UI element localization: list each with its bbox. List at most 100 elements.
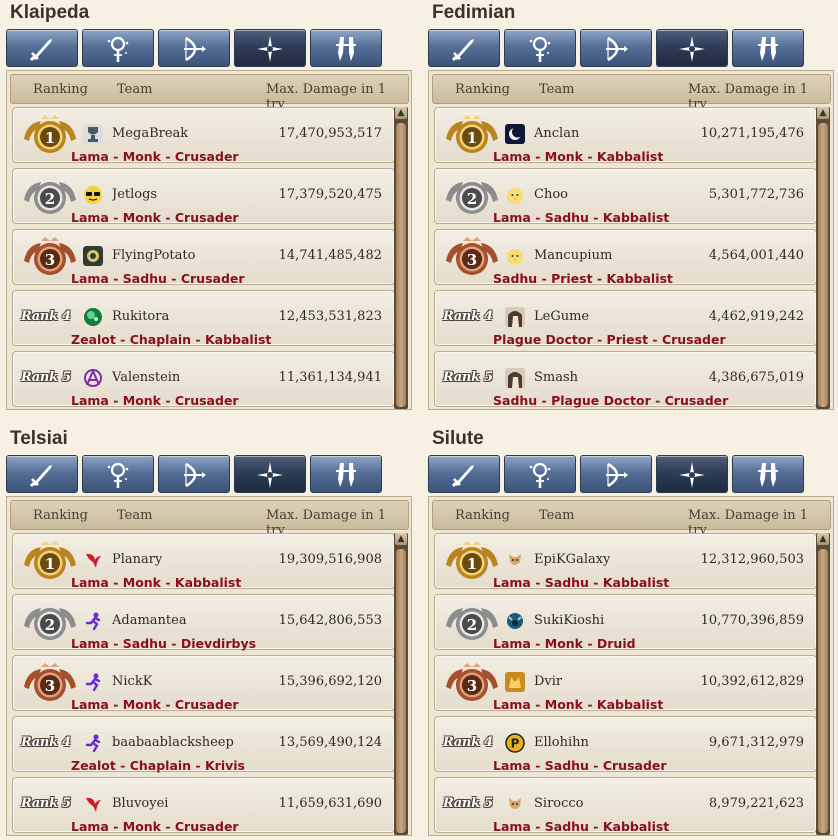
tab-magic-staff[interactable] (504, 455, 576, 493)
scroll-up-icon[interactable]: ▲ (817, 533, 829, 545)
table-row[interactable]: Rank 5 Valenstein 11,361,134,941 Lama - Mon… (12, 351, 395, 408)
team-classes: Plague Doctor - Priest - Crusader (493, 332, 726, 347)
table-row[interactable]: 2 Choo 5,301,772,736 Lama - Sadhu - Kabbal… (434, 168, 817, 225)
tab-sword[interactable] (428, 29, 500, 67)
scroll-up-icon[interactable]: ▲ (817, 107, 829, 119)
server-title: Fedimian (432, 2, 516, 23)
scroll-thumb[interactable] (396, 549, 406, 833)
table-row[interactable]: 3 FlyingPotato 14,741,485,482 Lama - Sadhu… (12, 229, 395, 286)
purple-anarchy-avatar (83, 368, 103, 388)
table-row[interactable]: Rank 4 P Ellohihn 9,671,312,979 Lama - Sadhu… (434, 716, 817, 773)
tab-magic-staff[interactable] (82, 29, 154, 67)
team-classes: Lama - Monk - Crusader (71, 149, 239, 164)
tab-bow[interactable] (580, 455, 652, 493)
table-row[interactable]: 3 Dvir 10,392,612,829 Lama - Monk - Kabbal… (434, 655, 817, 712)
tab-dual-blade[interactable] (732, 455, 804, 493)
svg-text:P: P (511, 737, 520, 751)
class-tabs (428, 455, 836, 495)
team-name[interactable]: baabaablacksheep (112, 735, 234, 750)
scrollbar[interactable]: ▲ (394, 533, 408, 835)
table-row[interactable]: 3 Mancupium 4,564,001,440 Sadhu - Priest -… (434, 229, 817, 286)
team-classes: Lama - Sadhu - Kabbalist (493, 819, 670, 834)
tab-cross-star[interactable] (234, 29, 306, 67)
team-name[interactable]: Smash (534, 370, 578, 385)
team-name[interactable]: Sirocco (534, 796, 584, 811)
svg-text:2: 2 (45, 616, 55, 634)
table-row[interactable]: 2 SukiKioshi 10,770,396,859 Lama - Monk - … (434, 594, 817, 651)
team-name[interactable]: Ellohihn (534, 735, 589, 750)
tab-dual-blade[interactable] (310, 455, 382, 493)
max-damage-value: 10,770,396,859 (700, 613, 804, 628)
table-row[interactable]: 3 NickK 15,396,692,120 Lama - Monk - Crusa… (12, 655, 395, 712)
team-name[interactable]: Planary (112, 552, 162, 567)
max-damage-value: 19,309,516,908 (278, 552, 382, 567)
team-name[interactable]: Valenstein (112, 370, 180, 385)
team-name[interactable]: Anclan (534, 126, 579, 141)
team-name[interactable]: Choo (534, 187, 568, 202)
table-row[interactable]: Rank 5 Sirocco 8,979,221,623 Lama - Sadhu -… (434, 777, 817, 834)
ranking-table: Ranking Team Max. Damage in 1 try 1 EpiK… (428, 496, 834, 836)
table-row[interactable]: 1 EpiKGalaxy 12,312,960,503 Lama - Sadhu -… (434, 533, 817, 590)
table-row[interactable]: Rank 4 LeGume 4,462,919,242 Plague Doctor -… (434, 290, 817, 347)
team-name[interactable]: LeGume (534, 309, 589, 324)
table-row[interactable]: 2 Jetlogs 17,379,520,475 Lama - Monk - Cru… (12, 168, 395, 225)
table-row[interactable]: Rank 4 baabaablacksheep 13,569,490,124 Zeal… (12, 716, 395, 773)
team-name[interactable]: Rukitora (112, 309, 169, 324)
table-row[interactable]: 1 Anclan 10,271,195,476 Lama - Monk - Kabb… (434, 107, 817, 164)
max-damage-value: 4,386,675,019 (708, 370, 804, 385)
team-name[interactable]: FlyingPotato (112, 248, 195, 263)
tab-bow[interactable] (580, 29, 652, 67)
tab-sword[interactable] (6, 29, 78, 67)
scrollbar[interactable]: ▲ (394, 107, 408, 409)
scroll-up-icon[interactable]: ▲ (395, 533, 407, 545)
table-row[interactable]: 1 Planary 19,309,516,908 Lama - Monk - Kab… (12, 533, 395, 590)
svg-text:3: 3 (45, 251, 55, 269)
tab-cross-star[interactable] (656, 29, 728, 67)
team-name[interactable]: Jetlogs (112, 187, 157, 202)
scroll-thumb[interactable] (818, 549, 828, 833)
team-name[interactable]: Adamantea (112, 613, 187, 628)
tab-dual-blade[interactable] (732, 29, 804, 67)
max-damage-value: 9,671,312,979 (708, 735, 804, 750)
team-name[interactable]: EpiKGalaxy (534, 552, 610, 567)
tab-dual-blade[interactable] (310, 29, 382, 67)
max-damage-value: 10,392,612,829 (700, 674, 804, 689)
table-row[interactable]: Rank 4 Rukitora 12,453,531,823 Zealot - Cha… (12, 290, 395, 347)
scrollbar[interactable]: ▲ (816, 533, 830, 835)
tab-sword[interactable] (428, 455, 500, 493)
team-name[interactable]: SukiKioshi (534, 613, 604, 628)
table-row[interactable]: Rank 5 Smash 4,386,675,019 Sadhu - Plague D… (434, 351, 817, 408)
tab-bow[interactable] (158, 455, 230, 493)
scroll-up-icon[interactable]: ▲ (395, 107, 407, 119)
rank-label: Rank 4 (21, 735, 71, 750)
tab-sword[interactable] (6, 455, 78, 493)
scroll-thumb[interactable] (396, 123, 406, 407)
table-row[interactable]: Rank 5 Bluvoyei 11,659,631,690 Lama - Monk … (12, 777, 395, 834)
server-panel-silute: Silute Ranking Team Max. Damage in 1 try… (428, 426, 836, 836)
team-name[interactable]: Dvir (534, 674, 562, 689)
purple-runner-avatar (83, 611, 103, 631)
team-name[interactable]: MegaBreak (112, 126, 188, 141)
svg-text:3: 3 (467, 677, 477, 695)
tab-magic-staff[interactable] (504, 29, 576, 67)
team-classes: Zealot - Chaplain - Kabbalist (71, 332, 272, 347)
scroll-thumb[interactable] (818, 123, 828, 407)
max-damage-value: 12,312,960,503 (700, 552, 804, 567)
tab-cross-star[interactable] (234, 455, 306, 493)
tab-bow[interactable] (158, 29, 230, 67)
red-bird-avatar (83, 550, 103, 570)
team-classes: Lama - Monk - Kabbalist (493, 697, 664, 712)
ranking-list: 1 MegaBreak 17,470,953,517 Lama - Monk - C… (10, 107, 396, 411)
tab-cross-star[interactable] (656, 455, 728, 493)
team-name[interactable]: Bluvoyei (112, 796, 168, 811)
green-orb-avatar (83, 307, 103, 327)
team-name[interactable]: NickK (112, 674, 152, 689)
table-row[interactable]: 1 MegaBreak 17,470,953,517 Lama - Monk - C… (12, 107, 395, 164)
tab-magic-staff[interactable] (82, 455, 154, 493)
team-name[interactable]: Mancupium (534, 248, 612, 263)
class-tabs (6, 29, 414, 69)
blue-beast-avatar (505, 611, 525, 631)
scrollbar[interactable]: ▲ (816, 107, 830, 409)
table-row[interactable]: 2 Adamantea 15,642,806,553 Lama - Sadhu - … (12, 594, 395, 651)
team-classes: Lama - Monk - Druid (493, 636, 636, 651)
